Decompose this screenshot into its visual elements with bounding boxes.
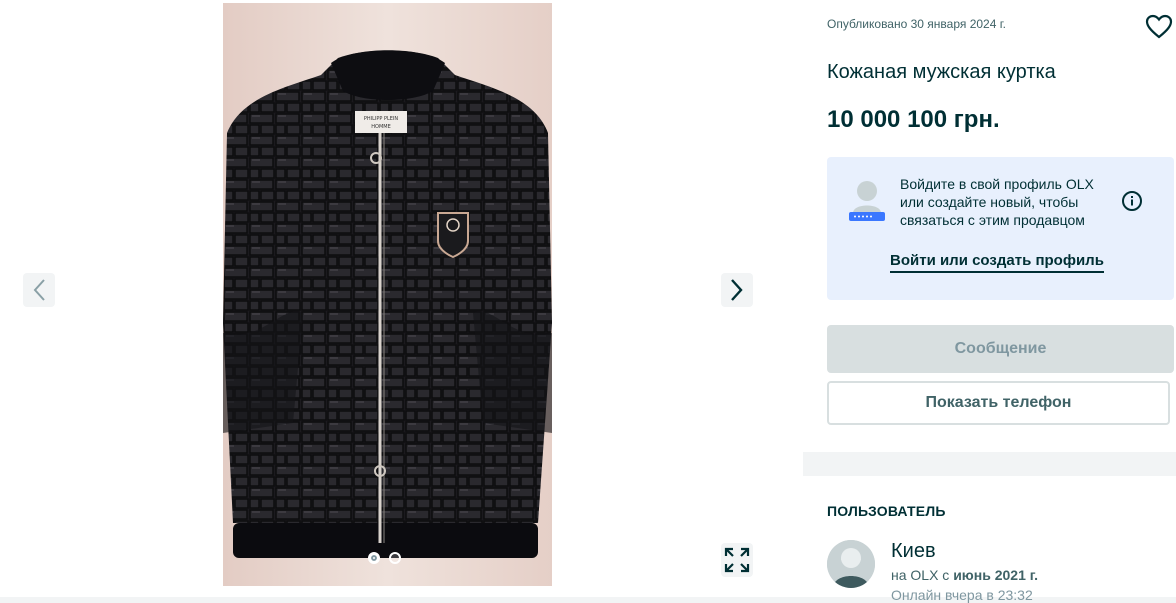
user-avatar-icon — [827, 540, 875, 588]
show-phone-button[interactable]: Показать телефон — [827, 381, 1170, 425]
photo-label-1: PHILIPP PLEIN — [364, 116, 399, 122]
ad-details-card: Опубликовано 30 января 2024 г. Кожаная м… — [803, 0, 1176, 452]
ad-price: 10 000 100 грн. — [827, 106, 1000, 133]
seller-since: на OLX с июнь 2021 г. — [891, 567, 1038, 583]
jacket-image: PHILIPP PLEIN HOMME — [223, 50, 552, 558]
image-gallery: PHILIPP PLEIN HOMME — [0, 0, 803, 597]
chevron-right-icon — [731, 279, 743, 301]
seller-since-date: июнь 2021 г. — [953, 567, 1039, 583]
posted-date: Опубликовано 30 января 2024 г. — [827, 17, 1006, 31]
slide-dot-1[interactable] — [368, 552, 380, 564]
slide-indicators — [368, 552, 401, 564]
expand-icon — [724, 547, 750, 573]
listing-photo[interactable]: PHILIPP PLEIN HOMME — [223, 3, 552, 586]
info-icon[interactable] — [1121, 190, 1143, 212]
seller-online-status: Онлайн вчера в 23:32 — [891, 587, 1033, 603]
user-placeholder-icon — [849, 181, 885, 221]
seller-card: ПОЛЬЗОВАТЕЛЬ Киев на OLX с июнь 2021 г. … — [803, 476, 1176, 603]
favorite-button[interactable] — [1145, 14, 1173, 40]
ad-title: Кожаная мужская куртка — [827, 61, 1056, 83]
heart-icon — [1145, 14, 1173, 39]
photo-label-2: HOMME — [371, 124, 390, 130]
fullscreen-button[interactable] — [721, 543, 753, 577]
previous-photo-button[interactable] — [23, 273, 55, 307]
message-button[interactable]: Сообщение — [827, 325, 1174, 373]
seller-heading: ПОЛЬЗОВАТЕЛЬ — [827, 503, 946, 519]
slide-dot-2[interactable] — [389, 552, 401, 564]
seller-since-prefix: на OLX с — [891, 567, 954, 583]
login-prompt: Войдите в свой профиль OLX или создайте … — [827, 157, 1174, 300]
next-photo-button[interactable] — [721, 273, 753, 307]
chevron-left-icon — [33, 279, 45, 301]
login-prompt-text: Войдите в свой профиль OLX или создайте … — [900, 176, 1094, 228]
seller-name[interactable]: Киев — [891, 540, 936, 563]
login-or-register-link[interactable]: Войти или создать профиль — [890, 252, 1104, 273]
avatar[interactable] — [827, 540, 875, 588]
